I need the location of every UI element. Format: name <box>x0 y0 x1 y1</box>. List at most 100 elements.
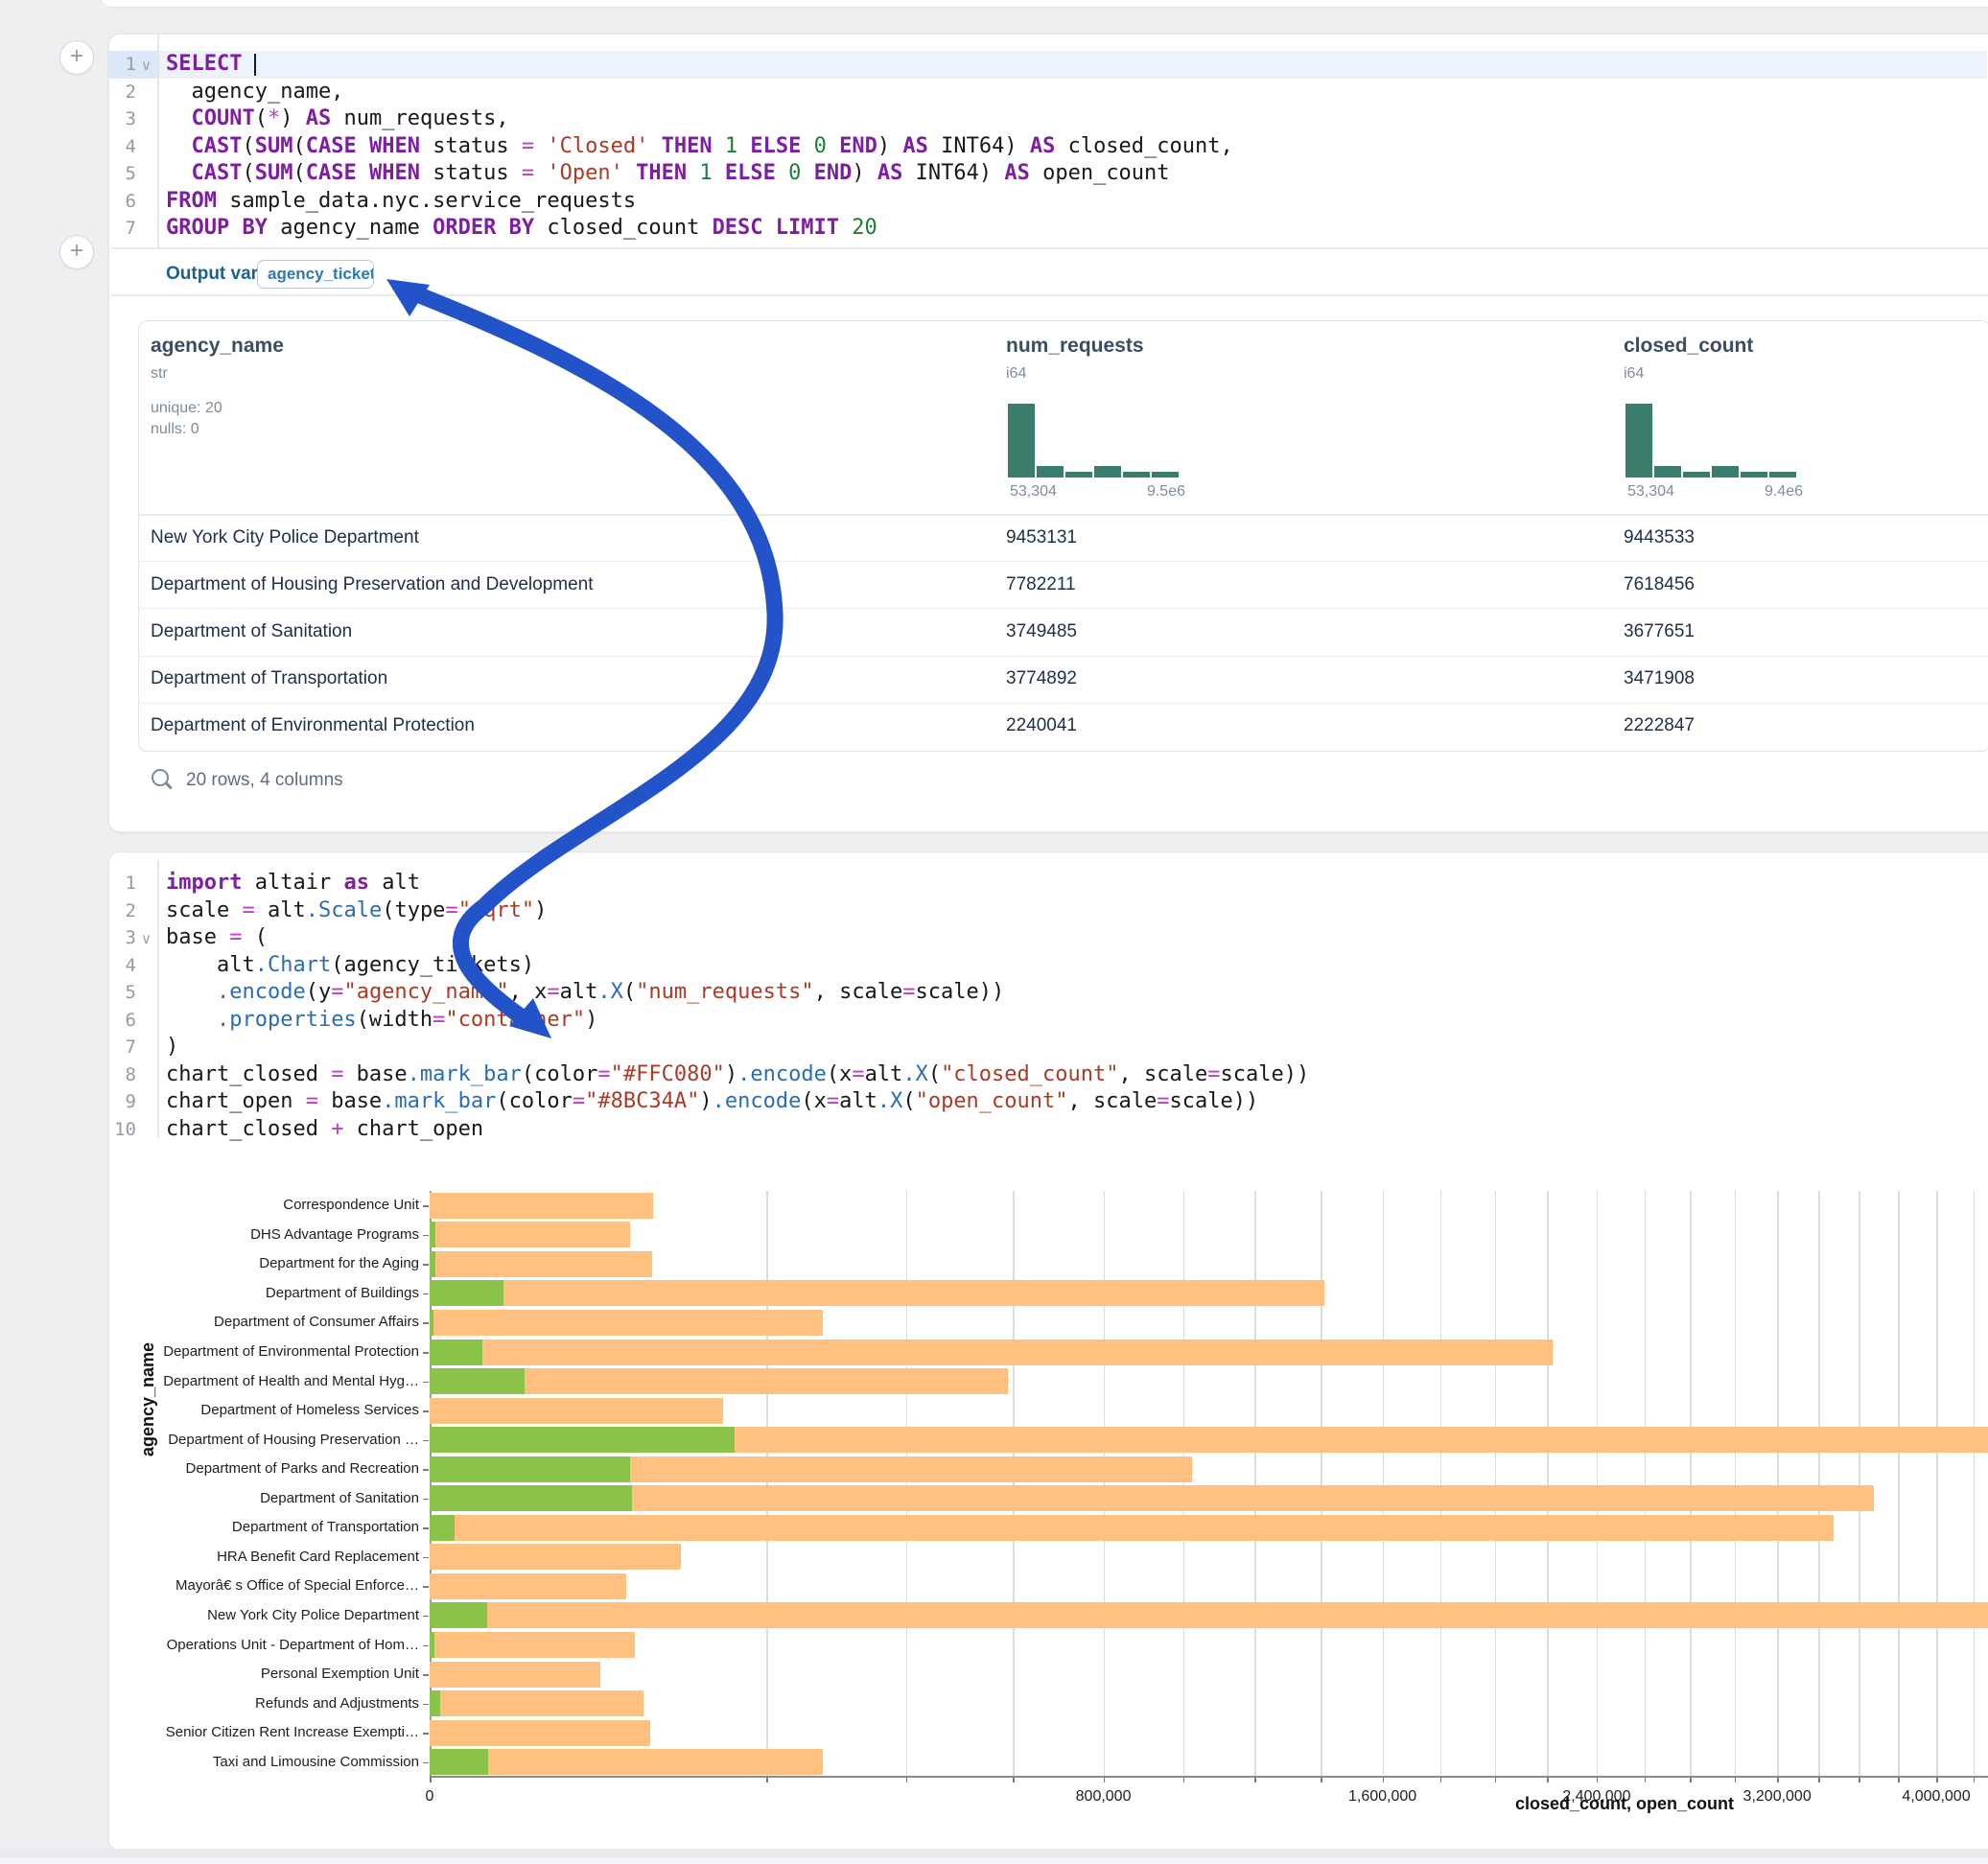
x-axis-tick-label: 3,200,000 <box>1743 1788 1812 1806</box>
open-count-bar <box>430 1632 434 1658</box>
closed-count-bar <box>430 1749 823 1775</box>
gridline <box>1777 1191 1779 1776</box>
x-axis-tick-label: 4,000,000 <box>1902 1788 1970 1806</box>
table-cell: 7782211 <box>1006 574 1076 595</box>
table-row[interactable]: New York City Police Department945313194… <box>138 514 1988 562</box>
y-axis-tick <box>423 1762 429 1764</box>
table-row[interactable]: Department of Transportation377489234719… <box>138 656 1988 704</box>
y-axis-label: Refunds and Adjustments <box>255 1695 419 1712</box>
y-axis-label: HRA Benefit Card Replacement <box>217 1549 419 1565</box>
gridline <box>1818 1191 1820 1776</box>
y-axis-label: Department of Consumer Affairs <box>214 1314 419 1330</box>
open-count-bar <box>430 1690 440 1716</box>
add-cell-button-middle[interactable]: + <box>59 235 94 269</box>
table-row[interactable]: Department of Housing Preservation and D… <box>138 561 1988 609</box>
y-axis-label: Department of Buildings <box>266 1285 419 1301</box>
table-cell: 2240041 <box>1006 715 1077 736</box>
closed-count-bar <box>430 1398 723 1424</box>
y-axis-label: Taxi and Limousine Commission <box>213 1754 419 1770</box>
gridline <box>1547 1191 1549 1776</box>
gridline <box>1183 1191 1185 1776</box>
notebook-page: + + 1234567 ∨ SELECT agency_name, COUNT(… <box>0 0 1988 1864</box>
y-axis-title: agency_name <box>138 1342 158 1456</box>
gridline <box>1104 1191 1106 1776</box>
add-cell-button-top[interactable]: + <box>59 40 94 75</box>
gridline <box>1936 1191 1938 1776</box>
table-cell: Department of Sanitation <box>151 621 352 642</box>
y-axis-label: Department of Health and Mental Hyg… <box>163 1373 419 1389</box>
gridline <box>1898 1191 1900 1776</box>
open-count-bar <box>430 1602 487 1628</box>
closed-count-bar <box>430 1544 681 1570</box>
x-axis-tick <box>430 1777 432 1782</box>
table-cell: New York City Police Department <box>151 527 419 548</box>
open-count-bar <box>430 1515 455 1541</box>
y-axis-tick <box>423 1557 429 1559</box>
table-cell: 3471908 <box>1624 668 1695 689</box>
y-axis-label: Department of Homeless Services <box>200 1402 419 1418</box>
table-cell: 2222847 <box>1624 715 1695 736</box>
closed-count-bar <box>430 1310 823 1336</box>
gridline <box>1645 1191 1647 1776</box>
closed-count-bar <box>430 1251 652 1277</box>
gridline <box>766 1191 768 1776</box>
gridline <box>1440 1191 1442 1776</box>
y-axis-tick <box>423 1264 429 1266</box>
next-cell-sliver <box>0 1858 1988 1864</box>
closed-count-bar <box>430 1340 1553 1365</box>
y-axis-label: Personal Exemption Unit <box>261 1666 419 1682</box>
gridline <box>1597 1191 1599 1776</box>
closed-count-bar <box>430 1193 653 1219</box>
table-row[interactable]: Department of Sanitation 3749485 3677651 <box>138 608 1988 656</box>
y-axis-label: Operations Unit - Department of Hom… <box>167 1637 419 1653</box>
open-count-bar <box>430 1427 735 1453</box>
y-axis-label: Department for the Aging <box>259 1255 419 1271</box>
page-gap <box>0 1849 1988 1858</box>
y-axis-tick <box>423 1616 429 1618</box>
y-axis-tick <box>423 1410 429 1412</box>
y-axis-label: Senior Citizen Rent Increase Exempti… <box>166 1724 419 1740</box>
x-axis-tick-label: 0 <box>426 1788 434 1806</box>
y-axis-label: New York City Police Department <box>207 1607 419 1623</box>
previous-cell-sliver <box>103 0 1988 7</box>
sql-cell-card: 1234567 ∨ SELECT agency_name, COUNT(*) A… <box>108 34 1988 832</box>
y-axis-tick <box>423 1645 429 1647</box>
table-row[interactable]: Department of Environmental Protection22… <box>138 703 1988 750</box>
y-axis-tick <box>423 1733 429 1735</box>
y-axis-tick <box>423 1322 429 1324</box>
y-axis-tick <box>423 1235 429 1237</box>
open-count-bar <box>430 1485 632 1511</box>
open-count-bar <box>430 1340 482 1365</box>
open-count-bar <box>430 1456 630 1482</box>
closed-count-bar <box>430 1280 1324 1306</box>
y-axis-tick <box>423 1382 429 1384</box>
open-count-bar <box>430 1368 525 1394</box>
closed-count-bar <box>430 1720 650 1746</box>
table-rows: New York City Police Department945313194… <box>109 35 1988 831</box>
closed-count-bar <box>430 1690 643 1716</box>
closed-count-bar <box>430 1515 1834 1541</box>
table-cell: 3677651 <box>1624 621 1695 642</box>
closed-count-bar <box>430 1632 635 1658</box>
closed-count-bar <box>430 1573 626 1599</box>
table-cell: 7618456 <box>1624 574 1695 595</box>
table-cell: 3774892 <box>1006 668 1077 689</box>
table-cell: Department of Housing Preservation and D… <box>151 574 594 595</box>
bar-chart: Correspondence UnitDHS Advantage Program… <box>109 852 1988 1850</box>
y-axis-label: Correspondence Unit <box>283 1197 419 1213</box>
gridline <box>1013 1191 1015 1776</box>
table-cell: 9453131 <box>1006 527 1077 548</box>
y-axis-tick <box>423 1586 429 1588</box>
y-axis-tick <box>423 1352 429 1354</box>
gridline <box>906 1191 908 1776</box>
y-axis-tick <box>423 1469 429 1471</box>
y-axis-domain-line <box>430 1191 432 1776</box>
y-axis-label: Department of Parks and Recreation <box>186 1460 419 1477</box>
gridline <box>1383 1191 1385 1776</box>
table-cell: 3749485 <box>1006 621 1077 642</box>
gridline <box>1859 1191 1860 1776</box>
open-count-bar <box>430 1310 433 1336</box>
gridline <box>1735 1191 1737 1776</box>
gridline <box>1690 1191 1692 1776</box>
python-cell-card: 12345678910 ∨ import altair as altscale … <box>108 851 1988 1851</box>
